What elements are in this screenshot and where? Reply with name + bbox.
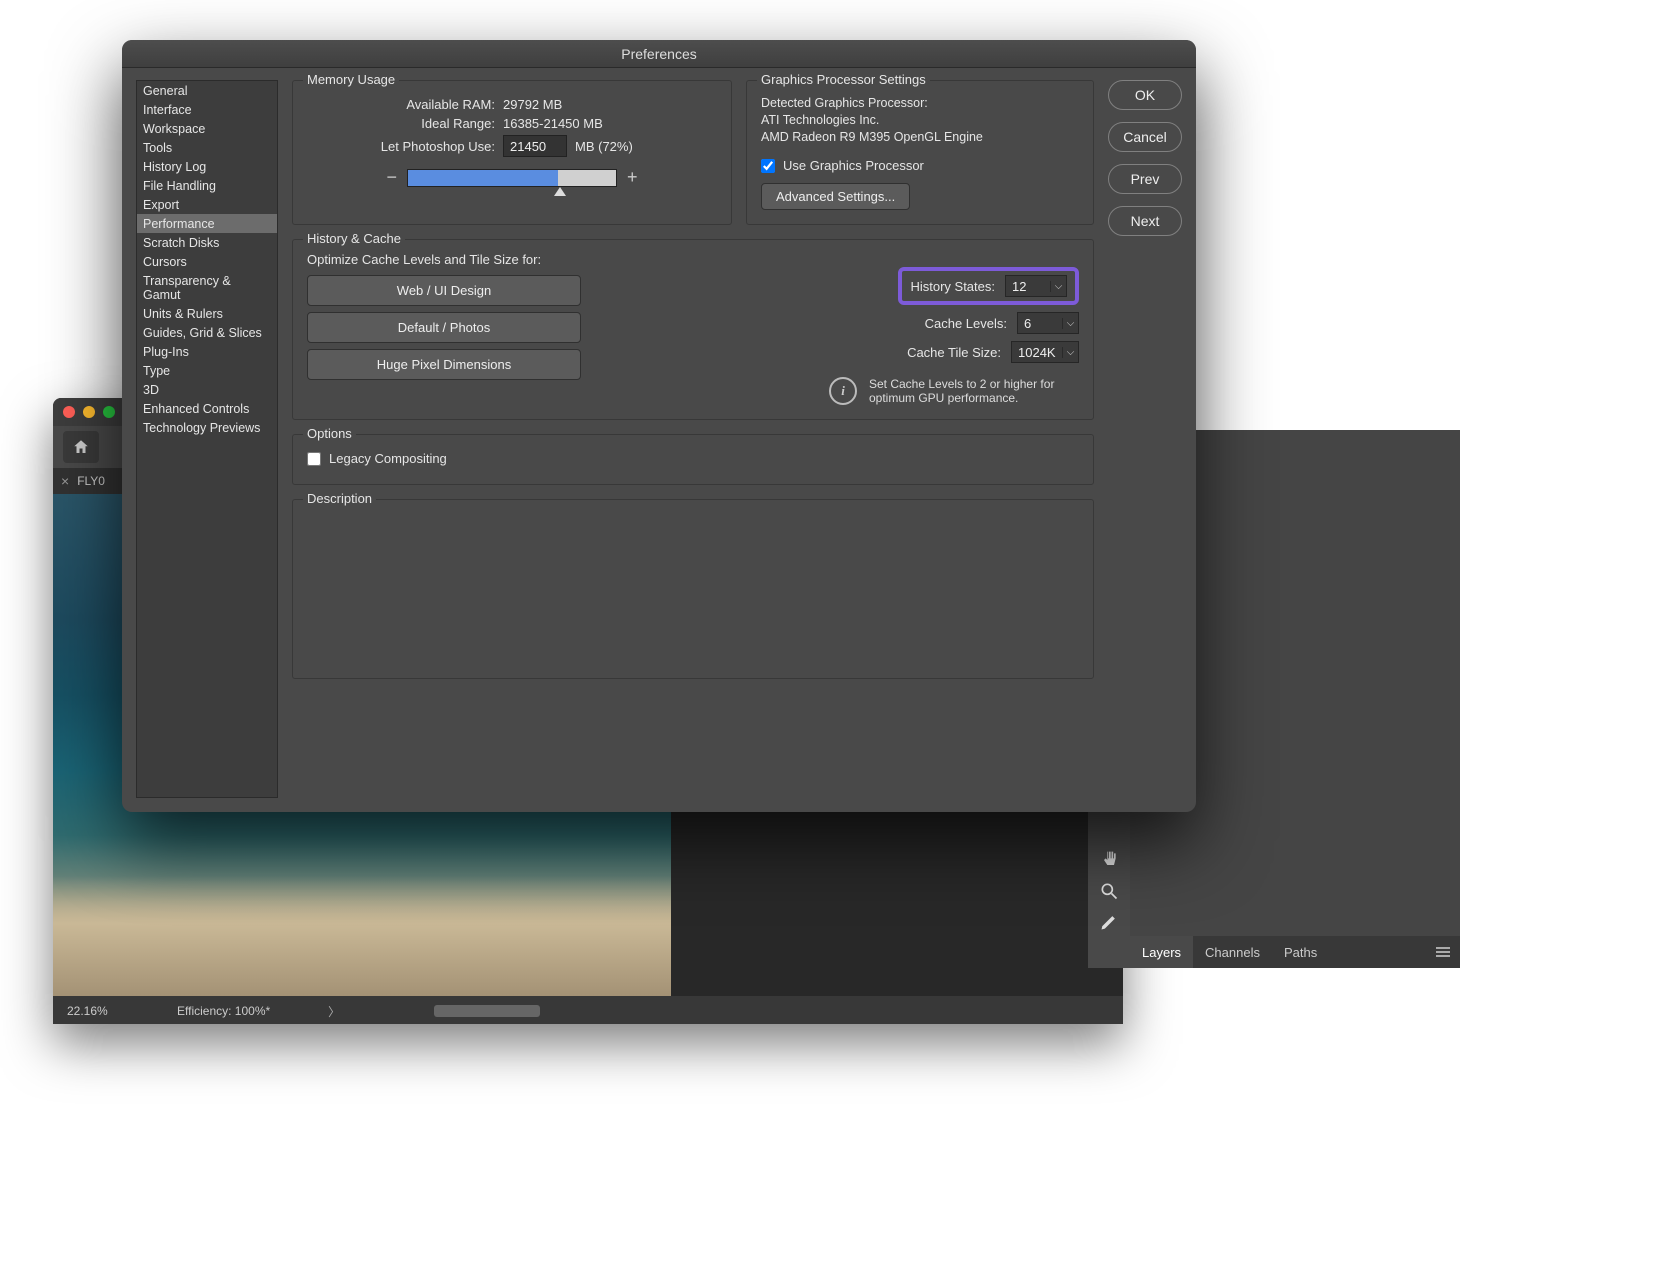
window-traffic-lights[interactable] [63,406,115,418]
info-icon: i [829,377,857,405]
sidebar-item-workspace[interactable]: Workspace [137,119,277,138]
sidebar-item-type[interactable]: Type [137,361,277,380]
group-title: Memory Usage [303,72,399,87]
memory-usage-group: Memory Usage Available RAM: 29792 MB Ide… [292,80,732,225]
gpu-settings-group: Graphics Processor Settings Detected Gra… [746,80,1094,225]
zoom-tool-icon[interactable] [1099,881,1119,906]
advanced-settings-button[interactable]: Advanced Settings... [761,183,910,210]
sidebar-item-3d[interactable]: 3D [137,380,277,399]
status-bar: 22.16% Efficiency: 100%* 〉 [53,998,1123,1024]
use-gpu-checkbox[interactable] [761,159,775,173]
chevron-down-icon[interactable]: ⌵ [1062,318,1078,329]
cache-tile-combo[interactable]: ⌵ [1011,341,1079,363]
group-title: Description [303,491,376,506]
category-sidebar: GeneralInterfaceWorkspaceToolsHistory Lo… [136,80,278,798]
slider-thumb-icon[interactable] [554,187,566,196]
sidebar-item-general[interactable]: General [137,81,277,100]
legacy-compositing-checkbox[interactable] [307,452,321,466]
sidebar-item-guides-grid-slices[interactable]: Guides, Grid & Slices [137,323,277,342]
document-tab-label: FLY0 [77,474,105,488]
sidebar-item-file-handling[interactable]: File Handling [137,176,277,195]
efficiency-label: Efficiency: 100%* [125,1004,270,1018]
legacy-compositing-label: Legacy Compositing [329,451,447,466]
panel-menu-icon[interactable] [1436,945,1450,959]
cache-levels-label: Cache Levels: [925,316,1007,331]
available-ram-label: Available RAM: [307,97,495,112]
sidebar-item-export[interactable]: Export [137,195,277,214]
sidebar-item-scratch-disks[interactable]: Scratch Disks [137,233,277,252]
sidebar-item-tools[interactable]: Tools [137,138,277,157]
tab-layers[interactable]: Layers [1130,936,1193,968]
let-photoshop-use-label: Let Photoshop Use: [307,139,495,154]
horizontal-scrollbar[interactable] [434,1005,540,1017]
pen-tool-icon[interactable] [1099,912,1119,937]
gpu-model: AMD Radeon R9 M395 OpenGL Engine [761,130,1079,144]
cache-tile-label: Cache Tile Size: [907,345,1001,360]
group-title: Graphics Processor Settings [757,72,930,87]
history-states-input[interactable] [1006,279,1050,294]
dialog-title: Preferences [122,40,1196,68]
sidebar-item-technology-previews[interactable]: Technology Previews [137,418,277,437]
prev-button[interactable]: Prev [1108,164,1182,194]
sidebar-item-interface[interactable]: Interface [137,100,277,119]
memory-suffix: MB (72%) [575,139,633,154]
ideal-range-label: Ideal Range: [307,116,495,131]
minus-icon[interactable]: − [386,167,397,188]
ideal-range-value: 16385-21450 MB [503,116,603,131]
sidebar-item-plug-ins[interactable]: Plug-Ins [137,342,277,361]
cancel-button[interactable]: Cancel [1108,122,1182,152]
preset-web-button[interactable]: Web / UI Design [307,275,581,306]
sidebar-item-history-log[interactable]: History Log [137,157,277,176]
panel-tabs: Layers Channels Paths [1130,936,1460,968]
options-group: Options Legacy Compositing [292,434,1094,485]
group-title: History & Cache [303,231,405,246]
sidebar-item-cursors[interactable]: Cursors [137,252,277,271]
close-icon[interactable]: × [61,473,69,489]
sidebar-item-transparency-gamut[interactable]: Transparency & Gamut [137,271,277,304]
ok-button[interactable]: OK [1108,80,1182,110]
preset-huge-button[interactable]: Huge Pixel Dimensions [307,349,581,380]
tab-channels[interactable]: Channels [1193,936,1272,968]
cache-tile-input[interactable] [1012,345,1062,360]
detected-gpu-label: Detected Graphics Processor: [761,96,1079,110]
sidebar-item-performance[interactable]: Performance [137,214,277,233]
chevron-down-icon[interactable]: ⌵ [1050,281,1066,292]
hand-tool-icon[interactable] [1099,850,1119,875]
cache-levels-input[interactable] [1018,316,1062,331]
history-states-highlight: History States: ⌵ [898,267,1079,305]
description-group: Description [292,499,1094,679]
cache-info-text: Set Cache Levels to 2 or higher for opti… [869,377,1079,405]
available-ram-value: 29792 MB [503,97,562,112]
tab-paths[interactable]: Paths [1272,936,1329,968]
history-states-label: History States: [910,279,995,294]
memory-slider[interactable] [407,169,617,187]
group-title: Options [303,426,356,441]
chevron-right-icon[interactable]: 〉 [328,1003,340,1020]
next-button[interactable]: Next [1108,206,1182,236]
memory-input[interactable] [503,135,567,157]
chevron-down-icon[interactable]: ⌵ [1062,347,1078,358]
gpu-vendor: ATI Technologies Inc. [761,113,1079,127]
plus-icon[interactable]: + [627,167,638,188]
history-states-combo[interactable]: ⌵ [1005,275,1067,297]
preferences-dialog: Preferences GeneralInterfaceWorkspaceToo… [122,40,1196,812]
sidebar-item-units-rulers[interactable]: Units & Rulers [137,304,277,323]
use-gpu-label: Use Graphics Processor [783,158,924,173]
history-cache-group: History & Cache Optimize Cache Levels an… [292,239,1094,420]
preset-default-button[interactable]: Default / Photos [307,312,581,343]
zoom-level[interactable]: 22.16% [53,1004,125,1018]
cache-levels-combo[interactable]: ⌵ [1017,312,1079,334]
dialog-buttons: OK Cancel Prev Next [1108,80,1182,798]
optimize-label: Optimize Cache Levels and Tile Size for: [307,252,607,267]
home-button[interactable] [63,431,99,463]
sidebar-item-enhanced-controls[interactable]: Enhanced Controls [137,399,277,418]
